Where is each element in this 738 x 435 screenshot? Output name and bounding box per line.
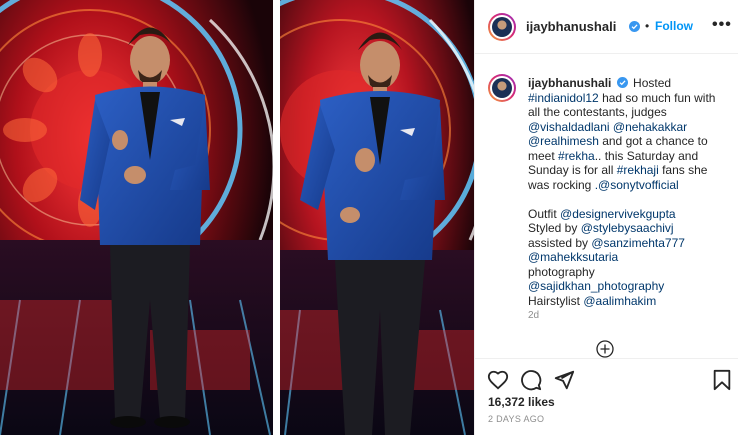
post-header: ijaybhanushali • Follow ••• [475, 0, 738, 54]
header-username[interactable]: ijaybhanushali [526, 19, 616, 34]
avatar[interactable] [488, 13, 516, 41]
caption-link[interactable]: .@sonytvofficial [595, 178, 679, 192]
comment-icon[interactable] [520, 369, 542, 391]
caption-segment [687, 120, 690, 134]
post-caption: ijaybhanushali Hosted #indianidol12 had … [528, 76, 728, 308]
caption-link[interactable]: #rekha [558, 149, 595, 163]
heart-icon[interactable] [487, 369, 509, 391]
caption-segment: photography [528, 264, 595, 279]
caption-link[interactable]: #indianidol12 [528, 91, 599, 105]
caption-link[interactable]: @vishaldadlani [528, 120, 610, 134]
caption-segment: Outfit [528, 206, 557, 221]
caption-segment: assisted by [528, 235, 589, 250]
caption-link[interactable]: @nehakakkar [613, 120, 687, 134]
caption-username[interactable]: ijaybhanushali [528, 76, 611, 90]
likes-count[interactable]: 16,372 likes [488, 395, 555, 409]
caption-link[interactable]: @aalimhakim [583, 294, 656, 308]
bookmark-icon[interactable] [711, 369, 733, 391]
caption-link[interactable]: @sajidkhan_photography [528, 279, 664, 293]
verified-badge-icon [629, 21, 640, 32]
caption-segment: Styled by [528, 221, 578, 235]
post-image [0, 0, 474, 435]
add-comment-icon[interactable] [596, 340, 614, 358]
share-icon[interactable] [553, 369, 575, 391]
post-side-panel: ijaybhanushali • Follow ••• ijaybhanusha… [474, 0, 738, 435]
caption-link[interactable]: @designervivekgupta [560, 207, 676, 221]
separator-dot: • [645, 19, 650, 33]
follow-button[interactable]: Follow [655, 19, 693, 33]
caption-link[interactable]: @mahekksutaria [528, 250, 618, 264]
caption-segment: Hosted [633, 76, 675, 90]
caption-link[interactable]: @stylebysaachivj [581, 221, 674, 235]
post-photo[interactable] [0, 0, 474, 435]
caption-link[interactable]: @realhimesh [528, 134, 599, 148]
caption-text: Hosted #indianidol12 had so much fun wit… [528, 76, 719, 308]
more-options-icon[interactable]: ••• [712, 16, 732, 34]
caption-segment: Hairstylist [528, 293, 581, 308]
caption-avatar[interactable] [488, 74, 516, 102]
caption-link[interactable]: @sanzimehta777 [591, 236, 685, 250]
caption-link[interactable]: #rekhaji [617, 163, 659, 177]
verified-badge-icon [616, 77, 628, 88]
time-ago: 2d [528, 310, 540, 321]
post-date: 2 DAYS AGO [488, 414, 545, 424]
